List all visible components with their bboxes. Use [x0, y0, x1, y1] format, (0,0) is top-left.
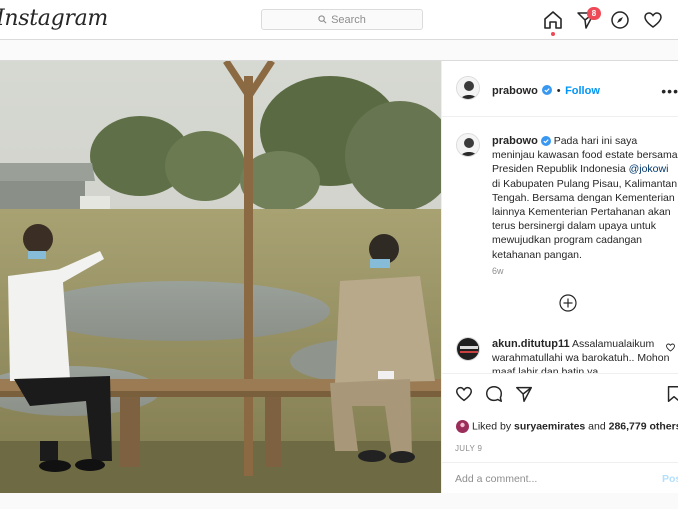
active-indicator: [551, 32, 555, 36]
liker-avatar[interactable]: [456, 420, 469, 433]
search-icon: [318, 15, 327, 24]
caption-avatar-image: [457, 134, 479, 156]
add-comment-bar: Add a comment... Post: [442, 462, 678, 494]
avatar[interactable]: [456, 76, 480, 100]
likes-prefix: Liked by: [472, 420, 515, 433]
comment-input[interactable]: Add a comment...: [455, 473, 537, 485]
top-nav-bar: Instagram Search 8: [0, 0, 678, 40]
photo-scene: [0, 61, 441, 493]
likes-count[interactable]: 286,779 others: [609, 420, 678, 432]
comment-icon[interactable]: [484, 384, 504, 404]
like-icon[interactable]: [454, 384, 474, 404]
caption-avatar[interactable]: [456, 133, 480, 157]
likes-summary: Liked by suryaemirates and 286,779 other…: [456, 420, 678, 433]
post-date: JULY 9: [455, 444, 483, 453]
post-caption: prabowo Pada hari ini saya meninjau kawa…: [492, 134, 678, 262]
comment-avatar[interactable]: [456, 337, 480, 361]
instagram-logo[interactable]: Instagram: [0, 6, 108, 31]
mention-link[interactable]: @jokowi: [629, 163, 669, 175]
search-placeholder: Search: [331, 13, 366, 26]
post-header-user: prabowo • Follow: [492, 81, 600, 99]
notification-badge: 8: [587, 7, 601, 20]
avatar-image: [457, 77, 479, 99]
caption-verified-icon: [540, 136, 551, 147]
separator-dot: •: [556, 85, 561, 97]
heart-icon[interactable]: [642, 9, 664, 31]
share-icon[interactable]: [514, 384, 534, 404]
verified-icon: [542, 84, 553, 95]
comment-item: akun.ditutup11 Assalamualaikum warahmatu…: [492, 337, 672, 373]
search-box[interactable]: Search: [261, 9, 423, 30]
more-options-icon[interactable]: •••: [661, 83, 678, 99]
post-header: prabowo • Follow •••: [442, 61, 678, 117]
comment-like-icon[interactable]: [665, 342, 676, 353]
comment-avatar-image: [457, 338, 479, 360]
save-icon[interactable]: [664, 384, 678, 404]
follow-button[interactable]: Follow: [565, 85, 600, 97]
comment-username[interactable]: akun.ditutup11: [492, 338, 570, 350]
post-username[interactable]: prabowo: [492, 85, 538, 97]
liker-username[interactable]: suryaemirates: [514, 420, 585, 432]
caption-time: 6w: [492, 266, 504, 276]
plus-circle-icon[interactable]: [559, 294, 577, 312]
post-card: prabowo • Follow ••• prabowo Pada hari i…: [0, 60, 678, 493]
caption-username[interactable]: prabowo: [492, 135, 538, 147]
home-icon[interactable]: [542, 9, 564, 31]
explore-icon[interactable]: [609, 9, 631, 31]
post-photo[interactable]: [0, 61, 441, 493]
likes-middle: and: [585, 420, 609, 433]
post-sidebar: prabowo • Follow ••• prabowo Pada hari i…: [441, 61, 678, 493]
post-actions: Liked by suryaemirates and 286,779 other…: [442, 373, 678, 493]
caption-text-2: di Kabupaten Pulang Pisau, Kalimantan Te…: [492, 177, 678, 261]
post-comment-button[interactable]: Post: [662, 473, 678, 485]
